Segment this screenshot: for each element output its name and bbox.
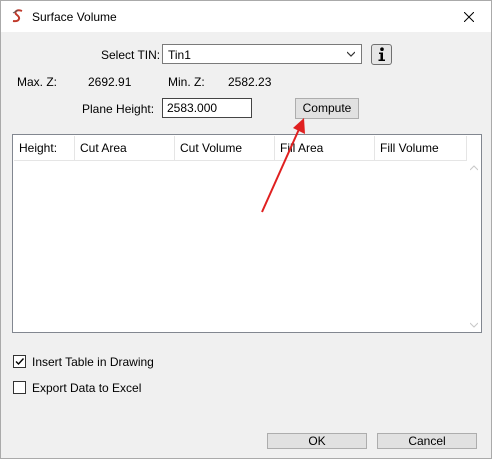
max-z-value: 2692.91 (88, 75, 132, 89)
column-header-fill-area[interactable]: Fill Area (275, 136, 375, 160)
column-header-cut-volume[interactable]: Cut Volume (175, 136, 275, 160)
results-table[interactable]: Height: Cut Area Cut Volume Fill Area Fi… (12, 134, 482, 333)
scroll-up-icon[interactable] (470, 165, 478, 171)
close-icon (464, 11, 474, 22)
export-excel-checkbox[interactable] (13, 381, 26, 394)
column-header-height[interactable]: Height: (14, 136, 75, 160)
insert-table-label: Insert Table in Drawing (32, 355, 154, 369)
column-header-cut-area[interactable]: Cut Area (75, 136, 175, 160)
tin-select[interactable]: Tin1 (162, 44, 362, 64)
close-button[interactable] (447, 1, 491, 32)
ok-button[interactable]: OK (267, 433, 367, 449)
info-button[interactable] (371, 44, 392, 65)
tin-select-value: Tin1 (168, 48, 191, 62)
min-z-label: Min. Z: (168, 75, 205, 89)
min-z-value: 2582.23 (228, 75, 272, 89)
window-title: Surface Volume (32, 10, 117, 24)
app-icon (12, 9, 23, 23)
export-excel-label: Export Data to Excel (32, 381, 142, 395)
chevron-down-icon (347, 51, 355, 57)
insert-table-checkbox[interactable] (13, 355, 26, 368)
compute-button[interactable]: Compute (295, 98, 359, 119)
info-icon (378, 47, 385, 61)
table-header: Height: Cut Area Cut Volume Fill Area Fi… (14, 136, 467, 161)
max-z-label: Max. Z: (17, 75, 58, 89)
title-bar: Surface Volume (1, 1, 491, 32)
cancel-button[interactable]: Cancel (377, 433, 477, 449)
plane-height-label: Plane Height: (82, 102, 155, 116)
surface-volume-dialog: Surface Volume Select TIN: Tin1 Max. Z: … (0, 0, 492, 459)
column-header-fill-volume[interactable]: Fill Volume (375, 136, 467, 160)
select-tin-label: Select TIN: (101, 48, 161, 62)
plane-height-input[interactable] (162, 98, 252, 118)
checkmark-icon (15, 358, 25, 366)
scroll-down-icon[interactable] (470, 322, 478, 328)
